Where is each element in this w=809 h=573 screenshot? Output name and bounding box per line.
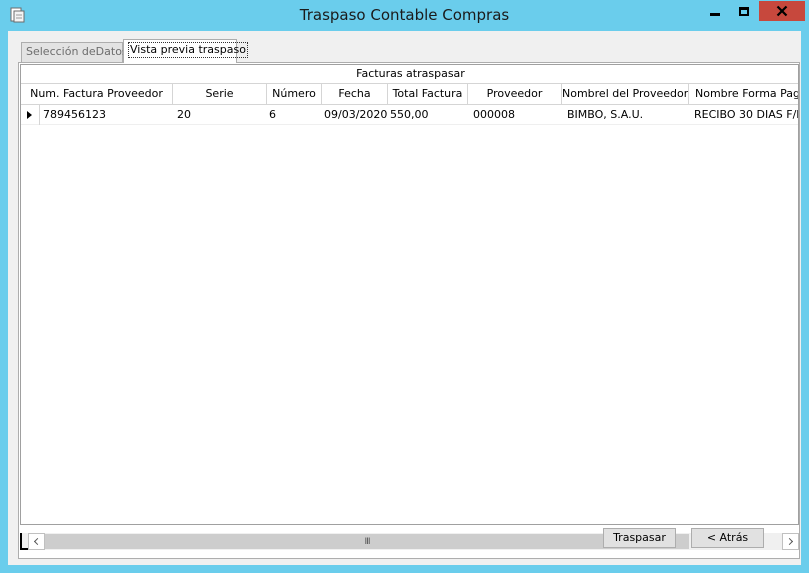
scrollbar-grip: III	[364, 536, 371, 547]
scroll-left-button[interactable]	[28, 533, 45, 550]
cell-num-factura[interactable]: 789456123	[41, 105, 173, 125]
horizontal-scrollbar[interactable]: III	[20, 533, 799, 550]
table-row[interactable]: 789456123 20 6 09/03/2020 550,00 000008 …	[21, 105, 798, 125]
column-headers: Num. Factura Proveedor Serie Número Fech…	[21, 84, 798, 105]
cell-numero[interactable]: 6	[267, 105, 322, 125]
column-header-num-factura[interactable]: Num. Factura Proveedor	[21, 84, 173, 105]
scroll-right-button[interactable]	[782, 533, 799, 550]
tab-label: Vista previa traspaso	[128, 42, 248, 58]
invoice-grid[interactable]: Facturas atraspasar Num. Factura Proveed…	[20, 64, 799, 525]
column-header-forma-pago[interactable]: Nombre Forma Pago	[689, 84, 798, 105]
window-title: Traspaso Contable Compras	[299, 6, 510, 24]
column-header-nombre-proveedor[interactable]: Nombrel del Proveedor	[562, 84, 689, 105]
tab-seleccion-datos[interactable]: Selección deDatos	[21, 42, 128, 62]
column-header-serie[interactable]: Serie	[173, 84, 267, 105]
tab-label: Selección deDatos	[26, 45, 128, 58]
scrollbar-thumb[interactable]: III	[45, 534, 689, 549]
title-bar[interactable]: Traspaso Contable Compras	[0, 0, 809, 30]
tab-page-vista-previa: Facturas atraspasar Num. Factura Proveed…	[18, 62, 800, 559]
close-icon	[776, 5, 788, 17]
cell-serie[interactable]: 20	[175, 105, 267, 125]
grid-band-header: Facturas atraspasar	[21, 65, 798, 84]
column-header-fecha[interactable]: Fecha	[322, 84, 388, 105]
cell-proveedor[interactable]: 000008	[471, 105, 562, 125]
application-window: Traspaso Contable Compras Selección deDa…	[0, 0, 809, 573]
cell-fecha[interactable]: 09/03/2020	[322, 105, 388, 125]
cell-forma-pago[interactable]: RECIBO 30 DIAS F/F	[692, 105, 798, 125]
chevron-left-icon	[33, 537, 42, 546]
back-button[interactable]: < Atrás	[691, 528, 764, 548]
chevron-right-icon	[785, 537, 794, 546]
cell-total-factura[interactable]: 550,00	[388, 105, 468, 125]
client-area: Selección deDatos Vista previa traspaso …	[8, 31, 801, 565]
scrollbar-corner	[20, 533, 28, 550]
column-header-total-factura[interactable]: Total Factura	[388, 84, 468, 105]
tab-vista-previa[interactable]: Vista previa traspaso	[123, 39, 248, 63]
traspasar-button[interactable]: Traspasar	[603, 528, 676, 548]
row-selector[interactable]	[21, 105, 40, 125]
column-header-numero[interactable]: Número	[267, 84, 322, 105]
minimize-icon	[709, 12, 720, 16]
cell-nombre-proveedor[interactable]: BIMBO, S.A.U.	[565, 105, 689, 125]
current-row-icon	[27, 111, 32, 119]
close-button[interactable]	[759, 1, 805, 21]
minimize-button[interactable]	[701, 1, 728, 21]
column-header-proveedor[interactable]: Proveedor	[468, 84, 562, 105]
maximize-icon	[738, 6, 749, 16]
maximize-button[interactable]	[730, 1, 757, 21]
